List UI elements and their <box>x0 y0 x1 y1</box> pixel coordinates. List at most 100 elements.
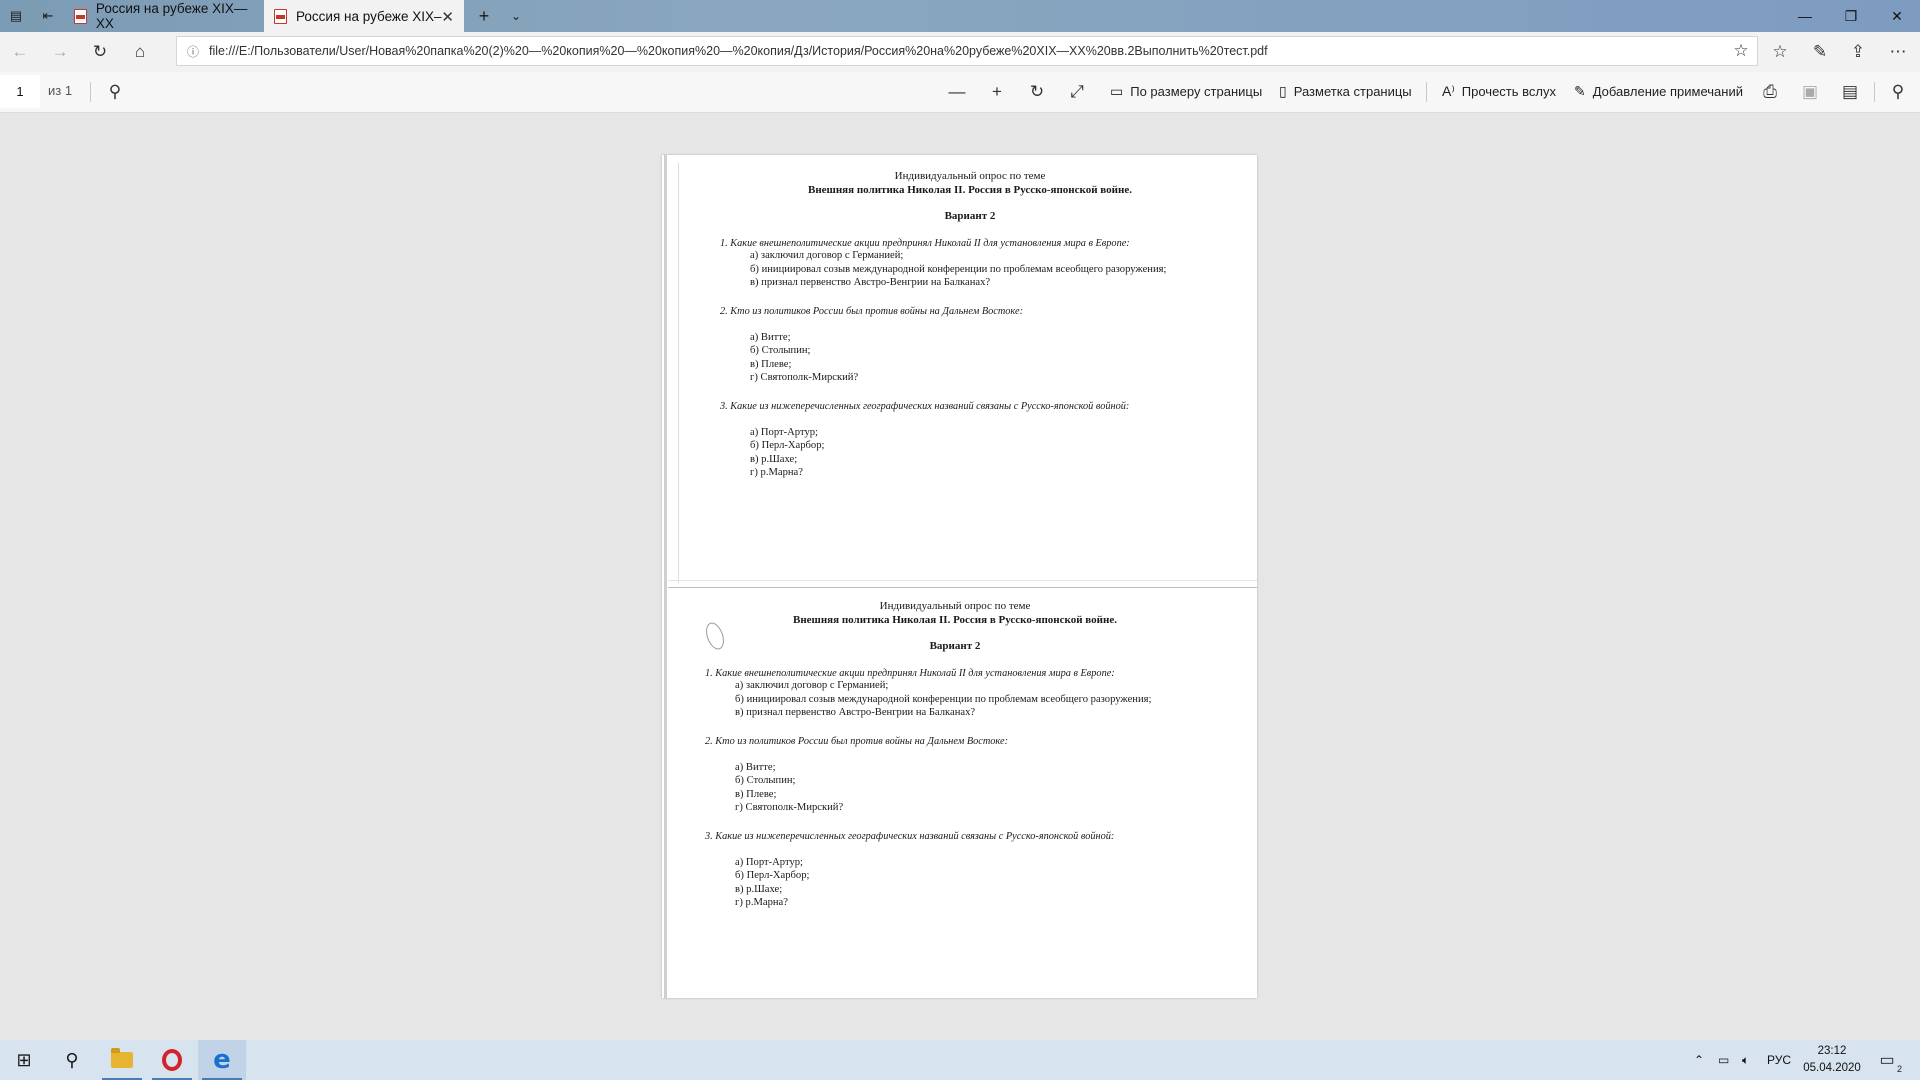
web-notes-icon[interactable]: ✎ <box>1802 36 1838 68</box>
tab-pdf-1[interactable]: Россия на рубеже XIX—XX <box>64 0 264 32</box>
print-icon[interactable]: ⎙ <box>1757 79 1783 105</box>
fullscreen-icon[interactable]: ⤢ <box>1064 79 1090 105</box>
page-total: из 1 <box>48 83 73 98</box>
variant-label: Вариант 2 <box>929 640 981 652</box>
favorite-star-icon[interactable]: ☆ <box>1725 41 1757 61</box>
close-tab-icon[interactable]: ✕ <box>441 8 454 26</box>
answer-option: г) Святополк-Мирский? <box>750 372 859 383</box>
test-topic: Внешняя политика Николая II. Россия в Ру… <box>808 184 1132 196</box>
test-sheet-top: Индивидуальный опрос по теме Внешняя пол… <box>720 169 1220 480</box>
edge-icon: e <box>213 1045 231 1075</box>
minimize-icon[interactable]: — <box>1782 0 1828 32</box>
tab-list-chevron-icon[interactable]: ⌄ <box>500 0 532 32</box>
zoom-out-icon[interactable]: — <box>944 79 970 105</box>
answer-option: в) Плеве; <box>750 358 792 370</box>
answer-option: а) Порт-Артур; <box>735 856 803 868</box>
pen-icon: ✎ <box>1574 83 1586 99</box>
answer-option: г) р.Марна? <box>750 467 803 478</box>
answer-option: г) Святополк-Мирский? <box>735 802 844 813</box>
scan-edge <box>664 155 667 998</box>
network-icon[interactable]: ▭ <box>1718 1040 1729 1080</box>
test-title: Индивидуальный опрос по теме <box>894 170 1046 182</box>
question-1: 1. Какие внешнеполитические акции предпр… <box>705 668 1115 679</box>
read-aloud-icon: A⁾ <box>1442 83 1455 99</box>
scan-edge <box>678 163 679 583</box>
search-icon[interactable]: ⚲ <box>102 79 128 105</box>
answer-option: в) признал первенство Австро-Венгрии на … <box>735 707 976 718</box>
share-icon[interactable]: ⇪ <box>1840 36 1876 68</box>
fit-page-button[interactable]: ▭ По размеру страницы <box>1110 83 1262 100</box>
clock[interactable]: 23:12 05.04.2020 <box>1798 1043 1866 1077</box>
start-windows-icon[interactable]: ⊞ <box>0 1040 48 1080</box>
file-explorer-button[interactable] <box>98 1040 146 1080</box>
answer-option: а) заключил договор с Германией; <box>735 680 889 691</box>
clock-date: 05.04.2020 <box>1803 1062 1861 1074</box>
favorites-icon[interactable]: ☆ <box>1762 36 1798 68</box>
answer-option: б) инициировал созыв международной конфе… <box>735 693 1152 705</box>
pdf-toolbar: 1 из 1 ⚲ — + ↻ ⤢ ▭ По размеру страницы ▯… <box>0 72 1920 113</box>
volume-icon[interactable]: 🔈︎ <box>1742 1040 1749 1080</box>
forward-icon[interactable]: → <box>42 36 78 68</box>
answer-option: б) Перл-Харбор; <box>735 870 810 881</box>
rotate-icon[interactable]: ↻ <box>1024 79 1050 105</box>
navigation-bar: ← → ↻ ⌂ ⓘ file:///E:/Пользователи/User/Н… <box>0 32 1920 72</box>
answer-option: г) р.Марна? <box>735 897 788 908</box>
back-icon[interactable]: ← <box>2 36 38 68</box>
fit-page-label: По размеру страницы <box>1130 84 1263 99</box>
zoom-in-icon[interactable]: + <box>984 79 1010 105</box>
action-center-icon[interactable]: ▭ 2 <box>1874 1048 1902 1074</box>
clock-time: 23:12 <box>1817 1045 1847 1057</box>
question-3: 3. Какие из нижеперечисленных географиче… <box>705 830 1115 842</box>
show-hidden-icons[interactable]: ⌃ <box>1694 1040 1704 1080</box>
address-bar[interactable]: ⓘ file:///E:/Пользователи/User/Новая%20п… <box>176 36 1758 66</box>
save-icon[interactable]: ▣ <box>1797 79 1823 105</box>
read-aloud-button[interactable]: A⁾ Прочесть вслух <box>1442 83 1556 100</box>
set-aside-tabs-icon[interactable]: ⇤ <box>32 0 64 32</box>
fit-page-icon: ▭ <box>1110 83 1124 99</box>
tab-title: Россия на рубеже XIX—XX <box>95 1 248 31</box>
test-sheet-bottom: Индивидуальный опрос по теме Внешняя пол… <box>705 599 1205 910</box>
answer-option: в) р.Шахе; <box>750 453 798 465</box>
address-url[interactable]: file:///E:/Пользователи/User/Новая%20пап… <box>209 44 1725 58</box>
divider <box>1874 82 1875 102</box>
new-tab-button[interactable]: + <box>468 0 500 32</box>
question-1: 1. Какие внешнеполитические акции предпр… <box>720 238 1130 249</box>
page-number-input[interactable]: 1 <box>0 75 40 108</box>
restore-icon[interactable]: ❐ <box>1828 0 1874 32</box>
answer-option: б) Столыпин; <box>735 775 796 786</box>
search-icon[interactable]: ⚲ <box>48 1040 96 1080</box>
answer-option: в) признал первенство Австро-Венгрии на … <box>750 277 991 288</box>
answer-option: б) Столыпин; <box>750 345 811 356</box>
more-menu-icon[interactable]: ⋯ <box>1880 36 1916 68</box>
title-bar: ▤ ⇤ Россия на рубеже XIX—XX Россия на ру… <box>0 0 1920 32</box>
add-notes-button[interactable]: ✎ Добавление примечаний <box>1574 83 1743 100</box>
language-indicator[interactable]: РУС <box>1767 1040 1791 1080</box>
answer-option: а) Витте; <box>735 761 776 773</box>
save-as-icon[interactable]: ▤ <box>1837 79 1863 105</box>
answer-option: а) Порт-Артур; <box>750 426 818 438</box>
answer-option: а) Витте; <box>750 331 791 343</box>
pin-toolbar-icon[interactable]: ⚲ <box>1885 79 1911 105</box>
pdf-file-icon <box>74 8 87 24</box>
taskbar: ⊞ ⚲ e ⌃ ▭ 🔈︎ РУС 23:12 05.04.2020 ▭ 2 <box>0 1040 1920 1080</box>
answer-option: в) Плеве; <box>735 788 777 800</box>
opera-icon <box>162 1049 182 1071</box>
tab-pdf-2[interactable]: Россия на рубеже XIX– ✕ <box>264 0 464 32</box>
page-layout-label: Разметка страницы <box>1293 84 1412 99</box>
edge-button[interactable]: e <box>198 1040 246 1080</box>
page-layout-icon: ▯ <box>1279 83 1287 99</box>
page-layout-button[interactable]: ▯ Разметка страницы <box>1279 83 1412 100</box>
home-icon[interactable]: ⌂ <box>122 36 158 68</box>
answer-option: б) инициировал созыв международной конфе… <box>750 263 1167 275</box>
site-info-icon[interactable]: ⓘ <box>177 43 209 60</box>
tab-preview-icon[interactable]: ▤ <box>0 0 32 32</box>
opera-button[interactable] <box>148 1040 196 1080</box>
pdf-page: Индивидуальный опрос по теме Внешняя пол… <box>662 155 1257 998</box>
question-2: 2. Кто из политиков России был против во… <box>705 735 1008 747</box>
notification-count: 2 <box>1896 1064 1902 1074</box>
refresh-icon[interactable]: ↻ <box>82 36 118 68</box>
question-2: 2. Кто из политиков России был против во… <box>720 305 1023 317</box>
divider <box>90 82 91 102</box>
test-title: Индивидуальный опрос по теме <box>879 600 1031 612</box>
close-window-icon[interactable]: ✕ <box>1874 0 1920 32</box>
